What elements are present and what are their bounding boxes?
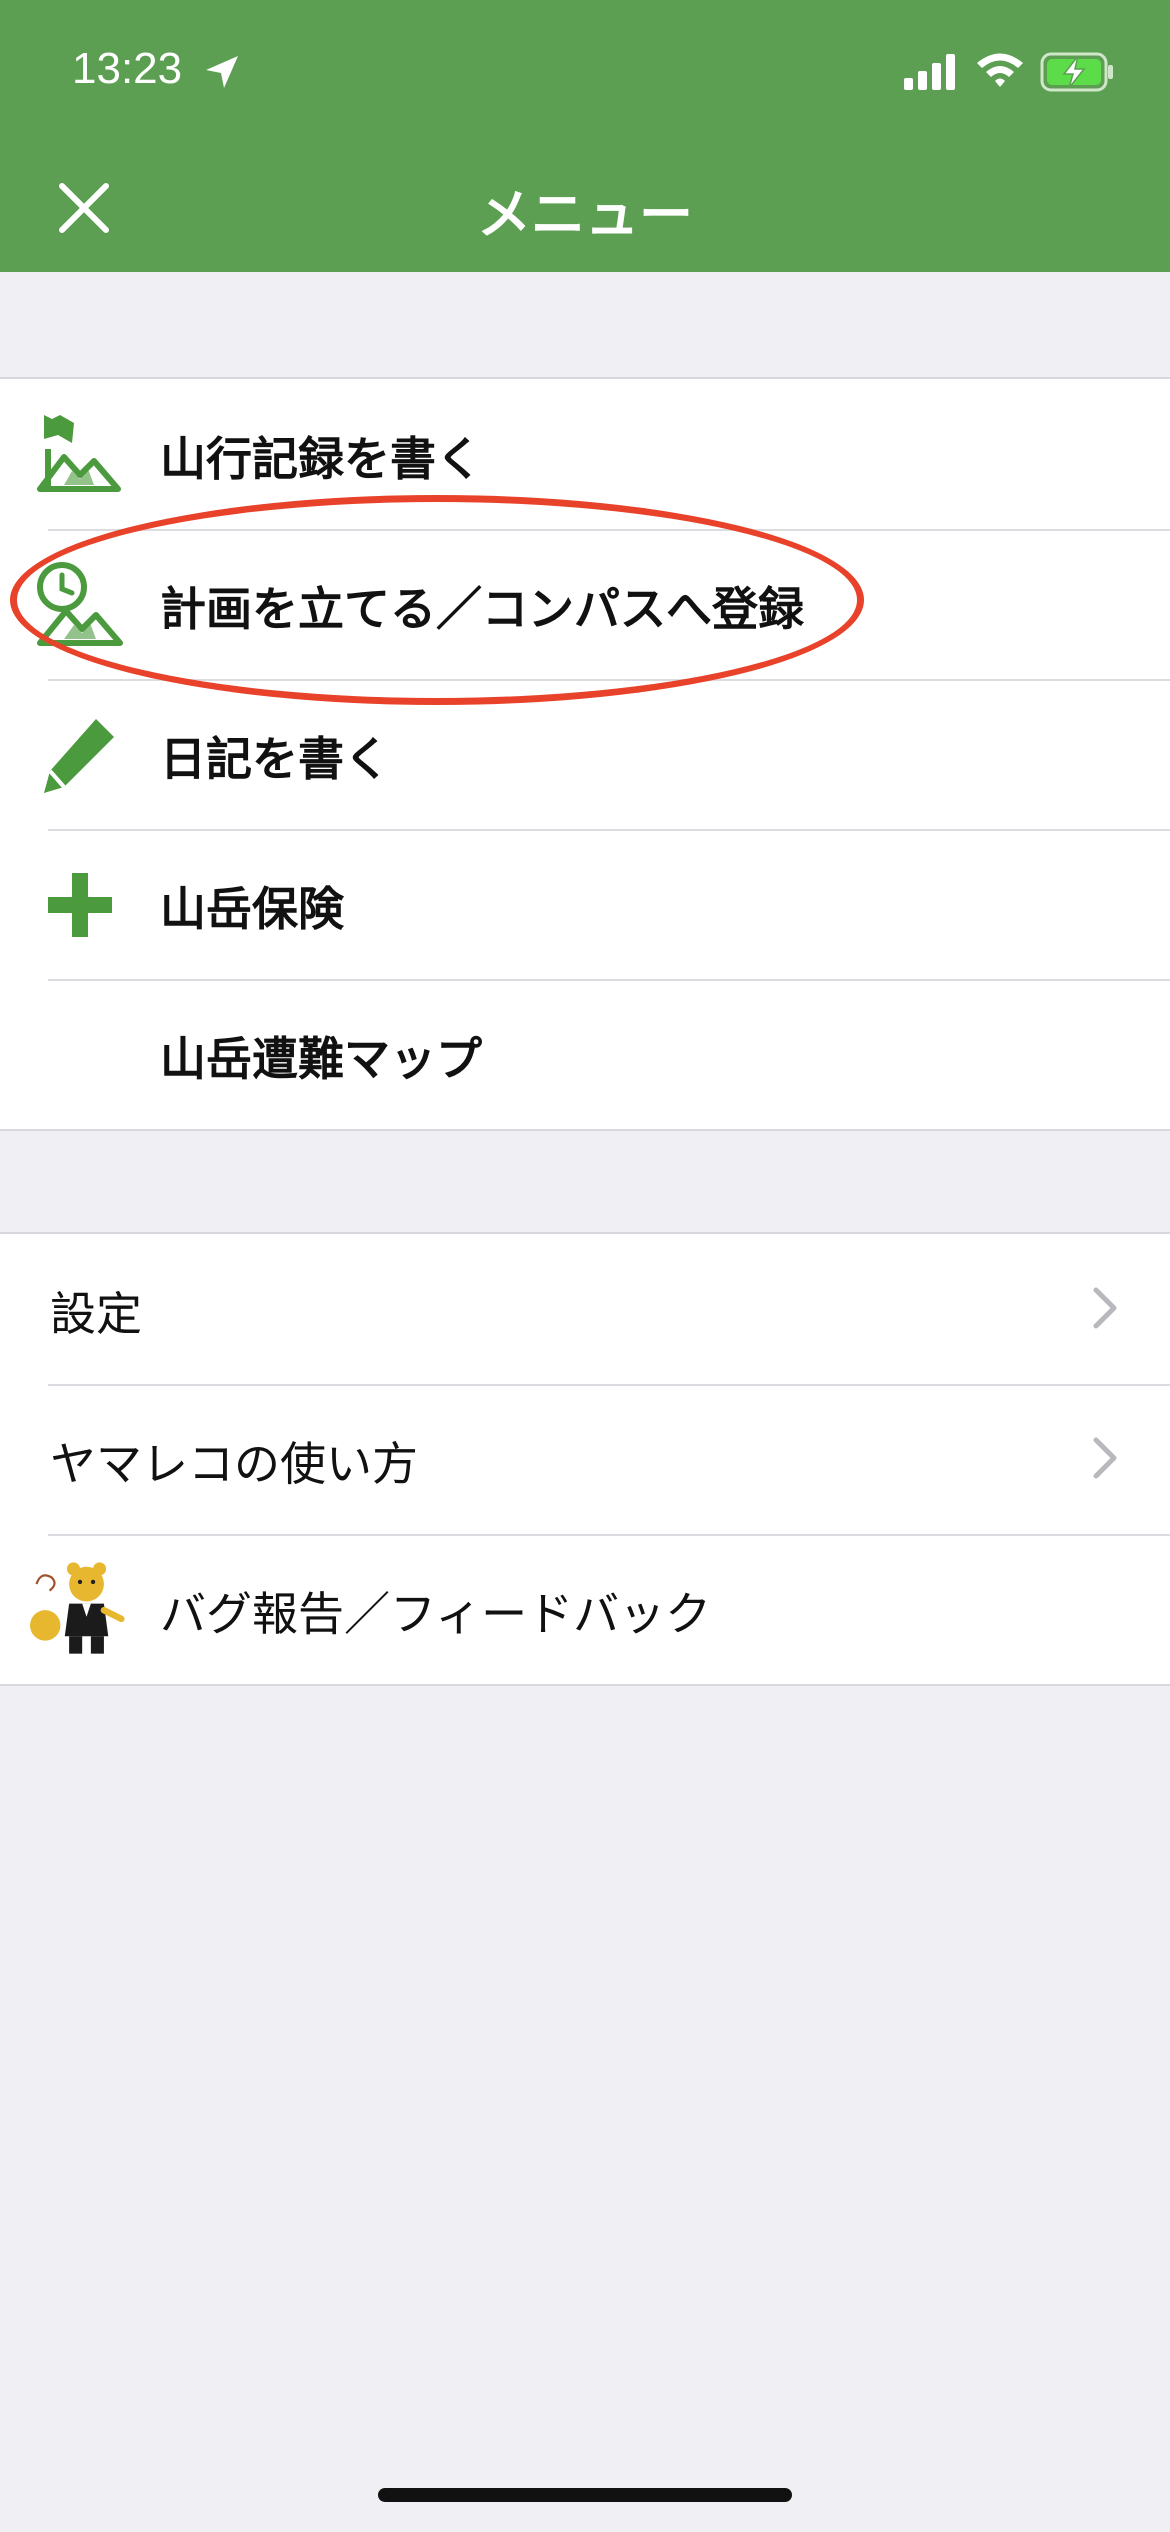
primary-menu-list: 山行記録を書く 計画を立てる／コンパスへ登録 日記を書く 山岳保険 山岳遭難マッ…: [0, 377, 1170, 1131]
location-arrow-icon: [206, 56, 238, 88]
cellular-signal-icon: [904, 54, 955, 90]
secondary-menu-list: 設定 ヤマレコの使い方 バグ報告／フィードバック: [0, 1232, 1170, 1686]
menu-item-insurance[interactable]: 山岳保険: [0, 829, 1170, 979]
plus-icon: [48, 873, 112, 937]
menu-item-label: 山行記録を書く: [160, 432, 482, 486]
menu-item-label: 山岳遭難マップ: [160, 1032, 482, 1086]
wifi-icon: [977, 53, 1023, 87]
menu-item-accident-map[interactable]: 山岳遭難マップ: [0, 979, 1170, 1129]
chevron-right-icon: [1093, 1437, 1117, 1479]
header-bar: 13:23 メニュー: [0, 0, 1170, 272]
menu-item-label: ヤマレコの使い方: [50, 1437, 418, 1491]
menu-item-make-plan[interactable]: 計画を立てる／コンパスへ登録: [0, 529, 1170, 679]
menu-item-how-to-use[interactable]: ヤマレコの使い方: [0, 1384, 1170, 1534]
menu-item-settings[interactable]: 設定: [0, 1234, 1170, 1384]
menu-item-label: 計画を立てる／コンパスへ登録: [160, 582, 804, 636]
menu-item-label: 設定: [50, 1287, 142, 1341]
flag-mountain-icon: [37, 415, 121, 492]
battery-charging-icon: [1040, 52, 1113, 92]
chevron-right-icon: [1093, 1287, 1117, 1329]
pencil-icon: [44, 719, 114, 793]
menu-item-label: 山岳保険: [160, 882, 344, 936]
page-title: メニュー: [477, 183, 693, 246]
mascot-icon: [30, 1562, 125, 1654]
status-time: 13:23: [72, 44, 183, 93]
menu-item-label: バグ報告／フィードバック: [160, 1587, 712, 1641]
menu-item-bug-report[interactable]: バグ報告／フィードバック: [0, 1534, 1170, 1684]
home-indicator[interactable]: [378, 2488, 792, 2502]
menu-item-label: 日記を書く: [160, 732, 390, 786]
menu-item-write-record[interactable]: 山行記録を書く: [0, 379, 1170, 529]
menu-item-write-diary[interactable]: 日記を書く: [0, 679, 1170, 829]
clock-mountain-icon: [37, 562, 123, 646]
